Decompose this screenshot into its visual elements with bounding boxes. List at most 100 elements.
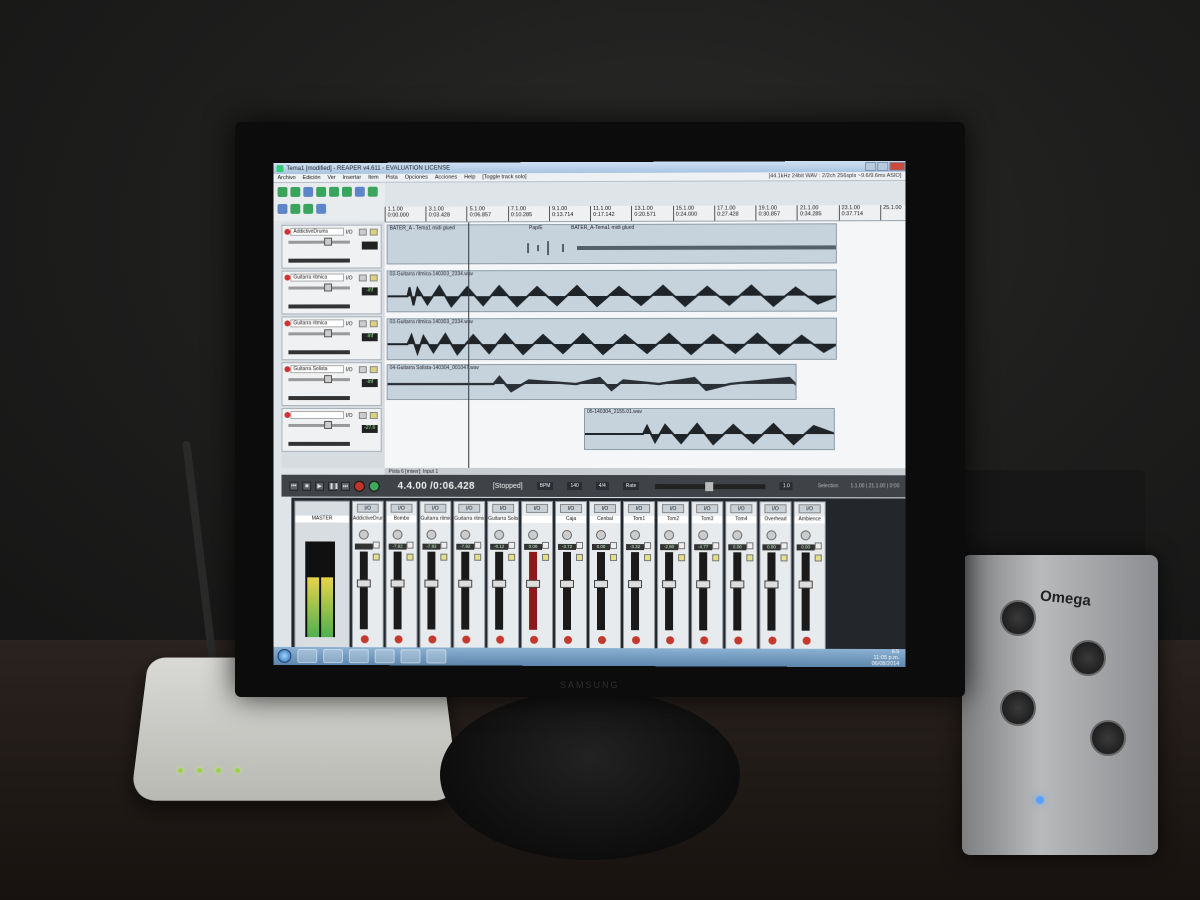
volume-handle[interactable]	[324, 237, 333, 246]
strip-mute-button[interactable]	[644, 542, 652, 550]
track-name[interactable]	[290, 411, 344, 419]
strip-name[interactable]: Cenbal	[589, 516, 621, 524]
strip-solo-button[interactable]	[644, 554, 652, 562]
redo-icon[interactable]	[329, 186, 339, 197]
strip-solo-button[interactable]	[542, 553, 550, 561]
menu-item[interactable]: Archivo	[278, 175, 296, 181]
save-project-icon[interactable]	[303, 186, 314, 197]
strip-mute-button[interactable]	[746, 542, 754, 550]
menu-item[interactable]: [Toggle track solo]	[482, 174, 526, 180]
pan-knob[interactable]	[494, 529, 505, 540]
mute-button[interactable]	[358, 320, 367, 328]
strip-solo-button[interactable]	[576, 553, 584, 561]
strip-name[interactable]: Overhead	[760, 516, 791, 524]
envelope-icon[interactable]	[303, 203, 314, 214]
clock-date[interactable]: 06/08/2014	[872, 661, 900, 667]
fader-handle[interactable]	[560, 579, 575, 588]
maximize-button[interactable]	[877, 161, 889, 171]
strip-mute-button[interactable]	[542, 541, 550, 549]
pan-knob[interactable]	[460, 529, 471, 540]
mixer-strip[interactable]: I/O 0.00	[521, 500, 554, 655]
track-name[interactable]: Guitarra ritmica	[290, 273, 344, 282]
strip-mute-button[interactable]	[780, 542, 788, 550]
ripple-icon[interactable]	[341, 186, 352, 197]
solo-button[interactable]	[369, 366, 378, 374]
fader-handle[interactable]	[526, 579, 541, 588]
strip-io-button[interactable]: I/O	[424, 503, 447, 513]
volume-slider[interactable]	[288, 283, 350, 292]
media-item-guitar-1[interactable]: 03-Guitarra ritmica-140303_2334.wav	[386, 269, 837, 313]
track-header[interactable]: Guitarra ritmica I/O -inf	[281, 316, 382, 361]
new-project-icon[interactable]	[277, 187, 288, 198]
solo-button[interactable]	[369, 412, 378, 419]
routing-icon[interactable]	[316, 203, 327, 214]
track-io-button[interactable]: I/O	[346, 321, 353, 327]
pan-knob[interactable]	[800, 530, 811, 541]
pan-knob[interactable]	[630, 530, 641, 541]
strip-name[interactable]: Caja	[556, 515, 587, 523]
strip-record-arm-icon[interactable]	[666, 636, 675, 645]
strip-mute-button[interactable]	[610, 542, 618, 550]
fader-handle[interactable]	[628, 580, 643, 589]
strip-record-arm-icon[interactable]	[564, 635, 573, 644]
strip-name[interactable]: Guitarra ritmic	[454, 515, 485, 523]
menu-item[interactable]: Item	[368, 175, 379, 181]
track-io-button[interactable]: I/O	[346, 275, 353, 281]
pan-knob[interactable]	[358, 529, 369, 540]
mute-button[interactable]	[358, 412, 367, 419]
explorer-taskbar-icon[interactable]	[297, 648, 318, 663]
arrange-view[interactable]: BATER_A - Tema1 midi glued Pap/E BATER_A…	[384, 221, 906, 469]
track-name[interactable]: Guitarra ritmica	[290, 319, 344, 328]
mixer-strip[interactable]: I/O Caja -3.72	[555, 500, 588, 655]
menu-item[interactable]: Edición	[303, 175, 321, 181]
mute-button[interactable]	[358, 366, 367, 374]
strip-io-button[interactable]: I/O	[492, 503, 515, 513]
menu-item[interactable]: Pista	[386, 175, 398, 181]
record-button[interactable]	[353, 480, 365, 492]
strip-io-button[interactable]: I/O	[390, 503, 413, 513]
pause-button[interactable]: ❚❚	[328, 481, 339, 491]
strip-io-button[interactable]: I/O	[458, 503, 481, 513]
strip-io-button[interactable]: I/O	[798, 504, 821, 514]
strip-solo-button[interactable]	[474, 553, 482, 561]
fader-handle[interactable]	[424, 579, 439, 588]
mixer-strip[interactable]: I/O Cenbal 0.00	[588, 501, 622, 656]
strip-record-arm-icon[interactable]	[360, 635, 369, 644]
strip-mute-button[interactable]	[712, 542, 720, 550]
strip-record-arm-icon[interactable]	[496, 635, 505, 644]
menu-item[interactable]: Insertar	[343, 175, 362, 181]
bpm-value[interactable]: 140	[567, 481, 582, 490]
strip-record-arm-icon[interactable]	[394, 635, 403, 644]
pan-knob[interactable]	[698, 530, 709, 541]
track-io-button[interactable]: I/O	[346, 367, 353, 373]
track-header[interactable]: Guitarra Solista I/O -inf	[281, 362, 382, 407]
stop-button[interactable]: ■	[302, 481, 312, 491]
strip-name[interactable]: Tom2	[658, 516, 689, 524]
mute-button[interactable]	[358, 274, 367, 282]
mixer-strip[interactable]: I/O Tom1 -3.32	[623, 501, 656, 656]
strip-record-arm-icon[interactable]	[632, 636, 641, 645]
strip-io-button[interactable]: I/O	[356, 503, 379, 513]
strip-solo-button[interactable]	[372, 553, 380, 561]
pan-knob[interactable]	[732, 530, 743, 541]
strip-solo-button[interactable]	[610, 554, 618, 562]
minimize-button[interactable]	[865, 161, 877, 171]
strip-mute-button[interactable]	[576, 541, 584, 549]
undo-icon[interactable]	[316, 186, 327, 197]
strip-name[interactable]: Ambience	[794, 516, 825, 524]
edit-cursor[interactable]	[468, 222, 470, 468]
strip-io-button[interactable]: I/O	[764, 504, 787, 514]
strip-solo-button[interactable]	[746, 554, 754, 562]
strip-io-button[interactable]: I/O	[526, 503, 549, 513]
time-signature[interactable]: 4/4	[595, 482, 609, 491]
solo-button[interactable]	[369, 320, 378, 328]
mixer-strip[interactable]: I/O AddictiveDrums	[351, 500, 384, 655]
strip-mute-button[interactable]	[474, 541, 482, 549]
pan-knob[interactable]	[528, 529, 539, 540]
reaper-taskbar-icon[interactable]	[426, 649, 447, 664]
repeat-button[interactable]	[368, 480, 380, 492]
strip-io-button[interactable]: I/O	[628, 504, 651, 514]
volume-handle[interactable]	[324, 375, 333, 384]
track-io-button[interactable]: I/O	[346, 413, 353, 419]
volume-handle[interactable]	[324, 420, 333, 429]
